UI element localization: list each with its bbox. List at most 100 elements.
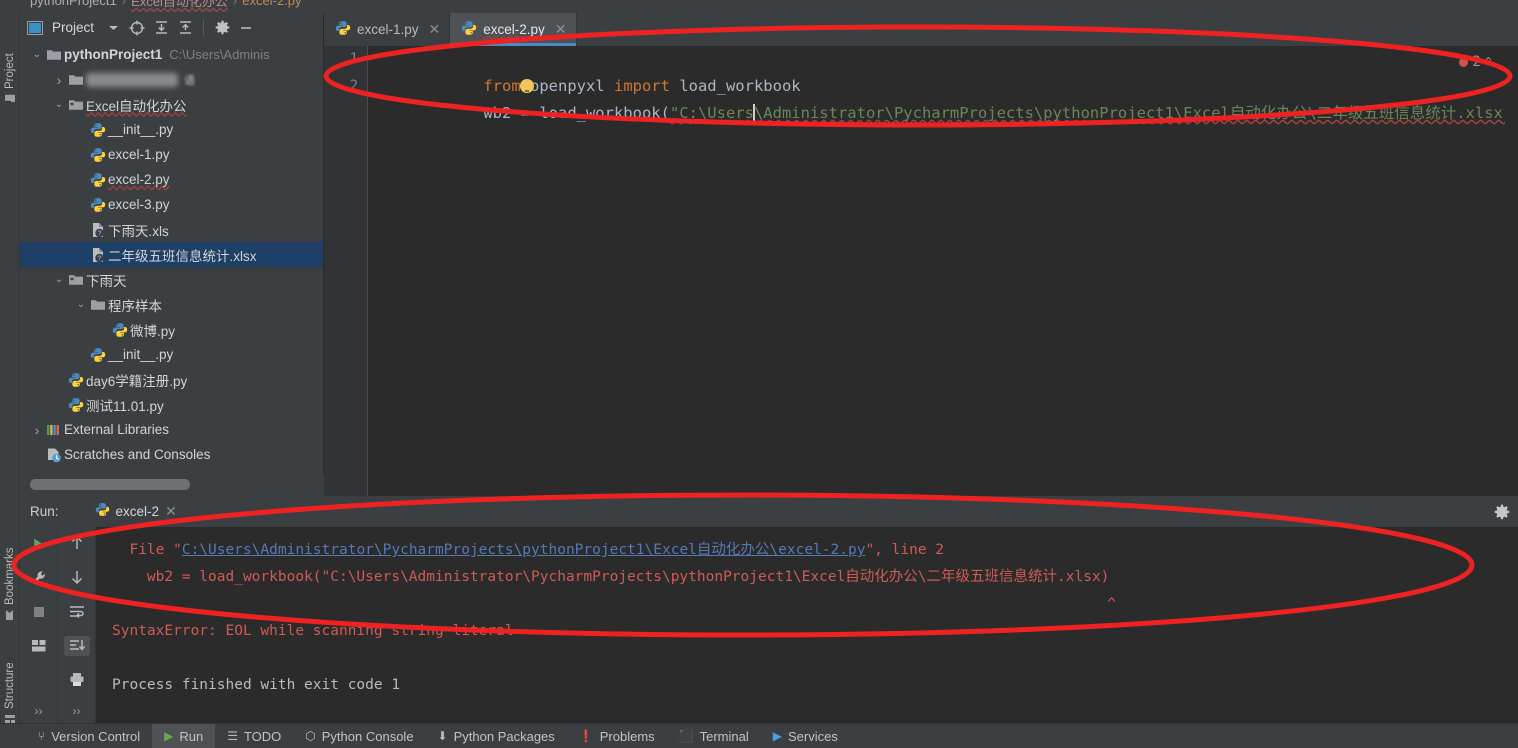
breadcrumb-item-file[interactable]: excel-2.py <box>242 0 301 8</box>
statusbar-item-version-control[interactable]: ⑂Version Control <box>26 724 152 748</box>
run-panel-label: Run: <box>30 504 59 519</box>
tree-item-label-redacted: 语 <box>86 72 195 88</box>
toolbar-more-right[interactable]: ›› <box>73 704 81 718</box>
tree-item-path: C:\Users\Adminis <box>169 47 269 62</box>
scroll-to-end-icon[interactable] <box>64 636 90 656</box>
statusbar-item-run[interactable]: ▶Run <box>152 724 215 748</box>
code-statement-prefix: wb2 = load_workbook( <box>483 104 670 122</box>
rerun-icon[interactable] <box>26 533 52 555</box>
stop-icon[interactable] <box>26 601 52 623</box>
project-tree-hscrollbar[interactable] <box>20 474 324 496</box>
editor-tab[interactable]: excel-2.py✕ <box>450 13 576 46</box>
tree-item[interactable]: ›语 <box>20 67 323 92</box>
tree-item[interactable]: ›External Libraries <box>20 417 323 442</box>
code-lines[interactable]: from openpyxl import load_workbook wb2 =… <box>368 46 1518 496</box>
python-file-icon <box>88 147 108 163</box>
tree-item[interactable]: Scratches and Consoles <box>20 442 323 467</box>
sidebar-toolwindow-bookmarks[interactable]: Bookmarks <box>0 511 20 621</box>
python-file-icon <box>88 172 108 188</box>
tree-item-label: Excel自动化办公 <box>86 95 187 115</box>
tree-item[interactable]: excel-2.py <box>20 167 323 192</box>
sidebar-toolwindow-project[interactable]: Project <box>0 15 20 105</box>
svg-text:?: ? <box>97 230 101 237</box>
collapse-all-icon[interactable] <box>176 19 194 37</box>
tree-item[interactable]: ?二年级五班信息统计.xlsx <box>20 242 323 267</box>
folder-icon <box>44 47 64 63</box>
scroll-from-source-icon[interactable] <box>128 19 146 37</box>
sidebar-toolwindow-project-label: Project <box>4 53 16 89</box>
layout-icon[interactable] <box>26 635 52 657</box>
statusbar-item-services[interactable]: ▶Services <box>761 724 850 748</box>
statusbar-item-terminal[interactable]: ⬛Terminal <box>667 724 761 748</box>
chevron-down-icon[interactable] <box>104 19 122 37</box>
python-file-icon <box>66 372 86 388</box>
arrow-up-icon[interactable] <box>64 533 90 553</box>
soft-wrap-icon[interactable] <box>64 601 90 621</box>
tree-item[interactable]: __init__.py <box>20 342 323 367</box>
sidebar-toolwindow-structure[interactable]: Structure <box>0 625 20 725</box>
toolbar-divider <box>203 20 204 35</box>
chevron-down-icon[interactable]: ⌄ <box>52 274 66 285</box>
chevron-right-icon[interactable]: › <box>30 422 44 438</box>
intention-bulb-icon[interactable] <box>520 79 534 93</box>
toolbar-more-left[interactable]: ›› <box>35 704 43 718</box>
tree-item[interactable]: 测试11.01.py <box>20 392 323 417</box>
code-line-1[interactable]: from openpyxl import load_workbook <box>390 46 1518 73</box>
console-output[interactable]: File "C:\Users\Administrator\PycharmProj… <box>96 527 1518 724</box>
tree-item[interactable]: excel-1.py <box>20 142 323 167</box>
chevron-right-icon[interactable]: › <box>52 72 66 88</box>
editor-tab[interactable]: excel-1.py✕ <box>324 13 450 46</box>
tree-item[interactable]: excel-3.py <box>20 192 323 217</box>
debug-wrench-icon[interactable] <box>26 567 52 589</box>
scratches-icon <box>44 447 64 463</box>
statusbar-item-todo[interactable]: ☰TODO <box>215 724 293 748</box>
chevron-down-icon[interactable]: ⌄ <box>74 299 88 310</box>
tree-item-label: excel-2.py <box>108 172 170 187</box>
project-panel-header: Project <box>20 13 323 42</box>
tree-item[interactable]: 微博.py <box>20 317 323 342</box>
status-bar: ⑂Version Control▶Run☰TODO⬡Python Console… <box>0 723 1518 748</box>
chevron-down-icon[interactable]: ⌄ <box>30 49 44 60</box>
breadcrumb-item-project[interactable]: pythonProject1 <box>30 0 117 8</box>
chevron-up-icon[interactable]: ^ <box>1485 55 1492 69</box>
run-tab[interactable]: excel-2 ✕ <box>95 502 177 522</box>
tree-item-label: 下雨天.xls <box>108 220 169 240</box>
statusbar-item-problems[interactable]: ❗Problems <box>567 724 667 748</box>
statusbar-item-label: Terminal <box>700 729 749 744</box>
statusbar-item-python-console[interactable]: ⬡Python Console <box>293 724 425 748</box>
gear-icon[interactable] <box>213 19 231 37</box>
close-icon[interactable]: ✕ <box>165 503 177 520</box>
statusbar-item-python-packages[interactable]: ⬇Python Packages <box>426 724 567 748</box>
problems-icon: ❗ <box>579 729 594 743</box>
minimize-icon[interactable] <box>237 19 255 37</box>
code-editor[interactable]: 1 2 from openpyxl import load_workbook w… <box>324 46 1518 496</box>
tree-item[interactable]: ? 下雨天.xls <box>20 217 323 242</box>
editor-scrollbar[interactable] <box>1505 79 1518 496</box>
error-count-indicator[interactable]: 2 ^ <box>1459 54 1492 70</box>
print-icon[interactable] <box>64 670 90 690</box>
tree-item[interactable]: ⌄下雨天 <box>20 267 323 292</box>
breadcrumb-item-folder[interactable]: Excel自动化办公 <box>131 0 228 10</box>
tree-item[interactable]: __init__.py <box>20 117 323 142</box>
tree-item-label: 测试11.01.py <box>86 395 164 415</box>
tree-item[interactable]: ⌄pythonProject1C:\Users\Adminis <box>20 42 323 67</box>
svg-text:?: ? <box>97 255 101 262</box>
tree-item[interactable]: ⌄程序样本 <box>20 292 323 317</box>
tree-item[interactable]: day6学籍注册.py <box>20 367 323 392</box>
close-icon[interactable]: ✕ <box>555 21 567 38</box>
expand-all-icon[interactable] <box>152 19 170 37</box>
console-file-link[interactable]: C:\Users\Administrator\PycharmProjects\p… <box>182 542 866 558</box>
scrollbar-thumb[interactable] <box>30 479 190 490</box>
tree-item[interactable]: ⌄ Excel自动化办公 <box>20 92 323 117</box>
close-icon[interactable]: ✕ <box>429 21 441 38</box>
arrow-down-icon[interactable] <box>64 567 90 587</box>
tree-item-label: excel-3.py <box>108 197 170 212</box>
gear-icon[interactable] <box>1494 504 1510 525</box>
console-line-text: wb2 = load_workbook("C:\Users\Administra… <box>112 569 1109 585</box>
console-line: wb2 = load_workbook("C:\Users\Administra… <box>112 564 1518 591</box>
run-panel: Run: excel-2 ✕ <box>20 496 1518 724</box>
error-dot-icon <box>1459 58 1468 67</box>
project-tree[interactable]: ⌄pythonProject1C:\Users\Adminis›语⌄Excel自… <box>20 42 323 474</box>
console-line: ^ <box>112 591 1518 618</box>
chevron-down-icon[interactable]: ⌄ <box>52 99 66 110</box>
